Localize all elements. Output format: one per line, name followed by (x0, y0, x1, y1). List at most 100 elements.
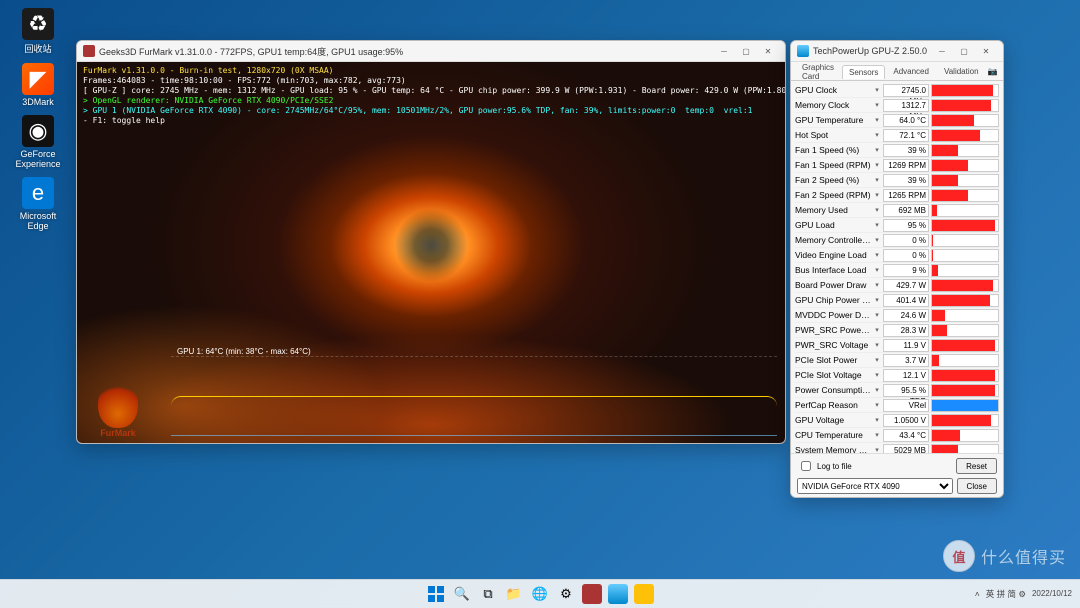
sensor-name: Board Power Draw (795, 280, 871, 290)
sensor-dropdown-icon[interactable]: ▾ (873, 356, 881, 364)
sensor-bar (931, 279, 999, 292)
sensor-bar (931, 444, 999, 454)
sensor-dropdown-icon[interactable]: ▾ (873, 221, 881, 229)
sensor-dropdown-icon[interactable]: ▾ (873, 266, 881, 274)
watermark-badge-icon: 值 (943, 540, 975, 572)
sensor-value: 95 % (883, 219, 929, 232)
gpu-select[interactable]: NVIDIA GeForce RTX 4090 (797, 478, 953, 494)
3dmark-icon-glyph: ◤ (22, 63, 54, 95)
sensor-name: Power Consumption (%) (795, 385, 871, 395)
sensor-value: 9 % (883, 264, 929, 277)
sensor-value: 72.1 °C (883, 129, 929, 142)
sensor-dropdown-icon[interactable]: ▾ (873, 206, 881, 214)
sensor-dropdown-icon[interactable]: ▾ (873, 446, 881, 453)
clock[interactable]: 2022/10/12 (1032, 590, 1072, 598)
sensor-dropdown-icon[interactable]: ▾ (873, 176, 881, 184)
sensor-dropdown-icon[interactable]: ▾ (873, 371, 881, 379)
sensor-name: Bus Interface Load (795, 265, 871, 275)
sensor-dropdown-icon[interactable]: ▾ (873, 116, 881, 124)
sensor-dropdown-icon[interactable]: ▾ (873, 386, 881, 394)
search-icon[interactable]: 🔍 (452, 584, 472, 604)
sensor-dropdown-icon[interactable]: ▾ (873, 401, 881, 409)
sensor-bar (931, 399, 999, 412)
watermark: 值 什么值得买 (943, 540, 1066, 572)
sensor-bar (931, 339, 999, 352)
furmark-titlebar[interactable]: Geeks3D FurMark v1.31.0.0 - 772FPS, GPU1… (77, 41, 785, 62)
close-button[interactable]: ✕ (757, 43, 779, 59)
sensor-dropdown-icon[interactable]: ▾ (873, 161, 881, 169)
sensor-value: 1269 RPM (883, 159, 929, 172)
tray-chevron-icon[interactable]: ˄ (975, 589, 980, 599)
sensor-dropdown-icon[interactable]: ▾ (873, 416, 881, 424)
log-to-file-checkbox[interactable]: Log to file (797, 458, 852, 474)
sensor-value: 43.4 °C (883, 429, 929, 442)
recycle-bin-icon[interactable]: ♻回收站 (8, 8, 68, 55)
close-button[interactable]: Close (957, 478, 997, 494)
sensor-row: CPU Temperature▾43.4 °C (795, 428, 999, 443)
sensor-bar (931, 129, 999, 142)
start-button[interactable] (426, 584, 446, 604)
sensor-row: GPU Load▾95 % (795, 218, 999, 233)
sensor-dropdown-icon[interactable]: ▾ (873, 101, 881, 109)
close-button[interactable]: ✕ (975, 43, 997, 59)
3dmark-icon[interactable]: ◤3DMark (8, 63, 68, 107)
sensor-dropdown-icon[interactable]: ▾ (873, 191, 881, 199)
taskbar: 🔍 ⧉ 📁 🌐 ⚙ ˄ 英 拼 简 ⚙ 2022/10/12 (0, 579, 1080, 608)
sensor-bar (931, 114, 999, 127)
sensor-row: PCIe Slot Voltage▾12.1 V (795, 368, 999, 383)
system-tray[interactable]: ˄ 英 拼 简 ⚙ 2022/10/12 (975, 588, 1072, 600)
app-icon[interactable] (634, 584, 654, 604)
sensor-dropdown-icon[interactable]: ▾ (873, 311, 881, 319)
sensor-row: Fan 1 Speed (%)▾39 % (795, 143, 999, 158)
sensor-value: 24.6 W (883, 309, 929, 322)
furmark-taskbar-icon[interactable] (582, 584, 602, 604)
sensor-row: GPU Clock▾2745.0 MHz (795, 83, 999, 98)
minimize-button[interactable]: ─ (931, 43, 953, 59)
tab-advanced[interactable]: Advanced (886, 64, 936, 78)
sensor-name: PerfCap Reason (795, 400, 871, 410)
ime-status[interactable]: 英 拼 简 ⚙ (986, 588, 1026, 600)
sensor-dropdown-icon[interactable]: ▾ (873, 86, 881, 94)
sensor-name: Video Engine Load (795, 250, 871, 260)
tab-graphics-card[interactable]: Graphics Card (795, 60, 841, 83)
gpuz-taskbar-icon[interactable] (608, 584, 628, 604)
sensor-dropdown-icon[interactable]: ▾ (873, 131, 881, 139)
maximize-button[interactable]: ▢ (953, 43, 975, 59)
sensor-name: CPU Temperature (795, 430, 871, 440)
sensor-bar (931, 429, 999, 442)
sensor-dropdown-icon[interactable]: ▾ (873, 251, 881, 259)
desktop-icon-label: GeForce Experience (8, 149, 68, 169)
gpuz-title: TechPowerUp GPU-Z 2.50.0 (813, 46, 931, 56)
reset-button[interactable]: Reset (956, 458, 997, 474)
sensor-bar (931, 189, 999, 202)
sensor-row: GPU Temperature▾64.0 °C (795, 113, 999, 128)
sensor-dropdown-icon[interactable]: ▾ (873, 296, 881, 304)
tab-sensors[interactable]: Sensors (842, 65, 885, 79)
sensor-value: 692 MB (883, 204, 929, 217)
settings-icon[interactable]: ⚙ (556, 584, 576, 604)
sensor-dropdown-icon[interactable]: ▾ (873, 341, 881, 349)
sensor-dropdown-icon[interactable]: ▾ (873, 326, 881, 334)
minimize-button[interactable]: ─ (713, 43, 735, 59)
gpuz-titlebar[interactable]: TechPowerUp GPU-Z 2.50.0 ─ ▢ ✕ (791, 41, 1003, 62)
sensor-dropdown-icon[interactable]: ▾ (873, 281, 881, 289)
task-view-icon[interactable]: ⧉ (478, 584, 498, 604)
sensor-row: Power Consumption (%)▾95.5 % TDP (795, 383, 999, 398)
sensor-name: GPU Clock (795, 85, 871, 95)
furmark-stat-line: - F1: toggle help (83, 116, 785, 126)
sensor-dropdown-icon[interactable]: ▾ (873, 431, 881, 439)
screenshot-icon[interactable]: 📷 (987, 65, 999, 77)
sensor-dropdown-icon[interactable]: ▾ (873, 236, 881, 244)
tab-validation[interactable]: Validation (937, 64, 986, 78)
sensor-value: 3.7 W (883, 354, 929, 367)
edge-icon[interactable]: 🌐 (530, 584, 550, 604)
sensor-dropdown-icon[interactable]: ▾ (873, 146, 881, 154)
sensor-row: Video Engine Load▾0 % (795, 248, 999, 263)
edge-icon[interactable]: eMicrosoft Edge (8, 177, 68, 231)
file-explorer-icon[interactable]: 📁 (504, 584, 524, 604)
geforce-experience-icon[interactable]: ◉GeForce Experience (8, 115, 68, 169)
maximize-button[interactable]: ▢ (735, 43, 757, 59)
sensor-row: PWR_SRC Power Draw▾28.3 W (795, 323, 999, 338)
refresh-icon[interactable]: ⟳ (1001, 65, 1004, 77)
sensor-value: 401.4 W (883, 294, 929, 307)
